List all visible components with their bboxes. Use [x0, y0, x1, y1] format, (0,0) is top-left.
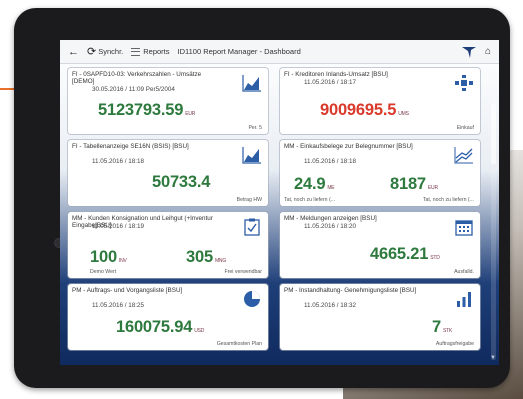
tile-value: 50733.4 — [152, 173, 210, 192]
tile-value-secondary: 305 MNG — [186, 248, 226, 267]
tile-value-number: 7 — [432, 318, 441, 336]
tile-value-unit: EUR — [427, 185, 438, 191]
tile-value: 160075.94 USD — [116, 318, 204, 337]
tile-value-unit: ME — [327, 185, 335, 191]
tile-subtitle: 11.05.2016 / 18:17 — [304, 79, 357, 86]
tile-caption: Ausfalld. — [454, 269, 474, 275]
dashboard-tile[interactable]: MM - Kunden Konsignation und Leihgut (+I… — [68, 212, 268, 278]
tile-value-number: 100 — [90, 248, 117, 266]
tile-subtitle: 11.05.2016 / 18:32 — [304, 302, 357, 309]
page-title: ID1100 Report Manager - Dashboard — [177, 47, 301, 56]
pie-chart-icon — [244, 291, 260, 307]
app-screen: ← ⟳ Synchr. Reports ID1100 Report Manage… — [60, 40, 499, 365]
dashboard-tile[interactable]: FI - 0SAPFD10-03: Verkehrszahlen - Umsät… — [68, 68, 268, 134]
tile-subtitle: 11.05.2016 / 18:25 — [92, 302, 145, 309]
tile-caption: Gesamtkosten Plan — [216, 341, 262, 347]
tile-caption: Tat, noch zu liefern (... — [284, 197, 336, 203]
tile-value: 24.9 ME — [294, 175, 335, 194]
dashboard-tile[interactable]: FI - Tabellenanzeige SE16N (BSIS) [BSU] … — [68, 140, 268, 206]
tile-value-number: 24.9 — [294, 175, 326, 193]
tile-title: FI - Kreditoren Inlands-Umsatz [BSU] — [284, 71, 388, 78]
tile-value: 5123793.59 EUR — [98, 101, 195, 120]
tile-subtitle: 30.05.2016 / 11:09 Per5/2004 — [92, 86, 175, 93]
tile-value-number: 305 — [186, 248, 213, 266]
tile-subtitle: 11.05.2016 / 18:20 — [304, 223, 357, 230]
tile-subtitle: 11.05.2016 / 18:18 — [304, 158, 357, 165]
network-icon — [455, 75, 473, 91]
tile-value-secondary: 8187 EUR — [390, 175, 438, 194]
logo-icon[interactable] — [461, 45, 477, 59]
scrollbar-thumb[interactable] — [491, 104, 496, 164]
tile-value-number: 4665.21 — [370, 245, 429, 263]
reports-label: Reports — [143, 47, 170, 56]
tile-title: MM - Meldungen anzeigen [BSU] — [284, 215, 377, 222]
tile-caption-secondary: Tat, noch zu liefern (... — [422, 197, 474, 203]
tile-subtitle: 11.05.2016 / 18:19 — [92, 223, 145, 230]
checklist-icon — [244, 218, 260, 236]
toolbar: ← ⟳ Synchr. Reports ID1100 Report Manage… — [60, 40, 499, 64]
scroll-down-icon[interactable]: ▼ — [490, 355, 496, 361]
scrollbar[interactable] — [491, 100, 496, 360]
area-chart-icon — [242, 75, 261, 92]
arrow-left-icon[interactable]: ← — [68, 46, 79, 58]
tile-title: FI - Tabellenanzeige SE16N (BSIS) [BSU] — [72, 143, 189, 150]
tile-caption: Einkauf — [456, 125, 474, 131]
calendar-icon — [455, 220, 473, 236]
tile-value-unit: INV — [118, 258, 127, 264]
tile-value-number: 50733.4 — [152, 173, 211, 191]
tile-title: FI - 0SAPFD10-03: Verkehrszahlen - Umsät… — [72, 71, 202, 86]
refresh-icon: ⟳ — [87, 46, 97, 58]
tile-caption-secondary: Frei verwendbar — [224, 269, 262, 275]
tile-value-number: 9009695.5 — [320, 101, 397, 119]
line-chart-icon — [454, 147, 473, 164]
tile-value-number: 8187 — [390, 175, 426, 193]
dashboard-tile[interactable]: MM - Einkaufsbelege zur Belegnummer [BSU… — [280, 140, 480, 206]
dashboard-tile[interactable]: MM - Meldungen anzeigen [BSU] 11.05.2016… — [280, 212, 480, 278]
tile-value-unit: MNG — [214, 258, 227, 264]
tile-caption: Auftragsfreigabe — [435, 341, 474, 347]
tile-value-unit: USD — [194, 328, 205, 334]
tile-value-unit: UMS — [398, 111, 409, 117]
tile-title: PM - Instandhaltung- Genehmigungsliste [… — [284, 287, 417, 294]
tile-value: 9009695.5 UMS — [320, 101, 409, 120]
tile-value: 7 STK — [432, 318, 452, 337]
dashboard-tile[interactable]: PM - Auftrags- und Vorgangsliste [BSU] 1… — [68, 284, 268, 350]
tile-caption: Demo Wert — [90, 269, 117, 275]
tile-value-number: 5123793.59 — [98, 101, 184, 119]
tile-value-number: 160075.94 — [116, 318, 193, 336]
tile-subtitle: 11.05.2016 / 18:18 — [92, 158, 145, 165]
bar-chart-icon — [457, 292, 471, 307]
tile-title: PM - Auftrags- und Vorgangsliste [BSU] — [72, 287, 183, 294]
tile-caption: Per. 5 — [248, 125, 262, 131]
tile-title: MM - Einkaufsbelege zur Belegnummer [BSU… — [284, 143, 413, 150]
tile-caption: Betrag HW — [236, 197, 262, 203]
tile-value-unit: STD — [430, 255, 440, 261]
tile-value: 100 INV — [90, 248, 127, 267]
tile-value-unit: STK — [442, 328, 453, 334]
refresh-label: Synchr. — [98, 47, 124, 56]
tile-value-unit: EUR — [185, 111, 196, 117]
dashboard-tile[interactable]: FI - Kreditoren Inlands-Umsatz [BSU] 11.… — [280, 68, 480, 134]
refresh-button[interactable]: ⟳ Synchr. — [87, 45, 123, 58]
menu-icon — [131, 47, 141, 56]
home-icon[interactable]: ⌂ — [485, 46, 491, 57]
tile-value: 4665.21 STD — [370, 245, 440, 264]
reports-button[interactable]: Reports — [131, 47, 170, 56]
area-chart-icon — [242, 147, 261, 164]
dashboard-tile[interactable]: PM - Instandhaltung- Genehmigungsliste [… — [280, 284, 480, 350]
